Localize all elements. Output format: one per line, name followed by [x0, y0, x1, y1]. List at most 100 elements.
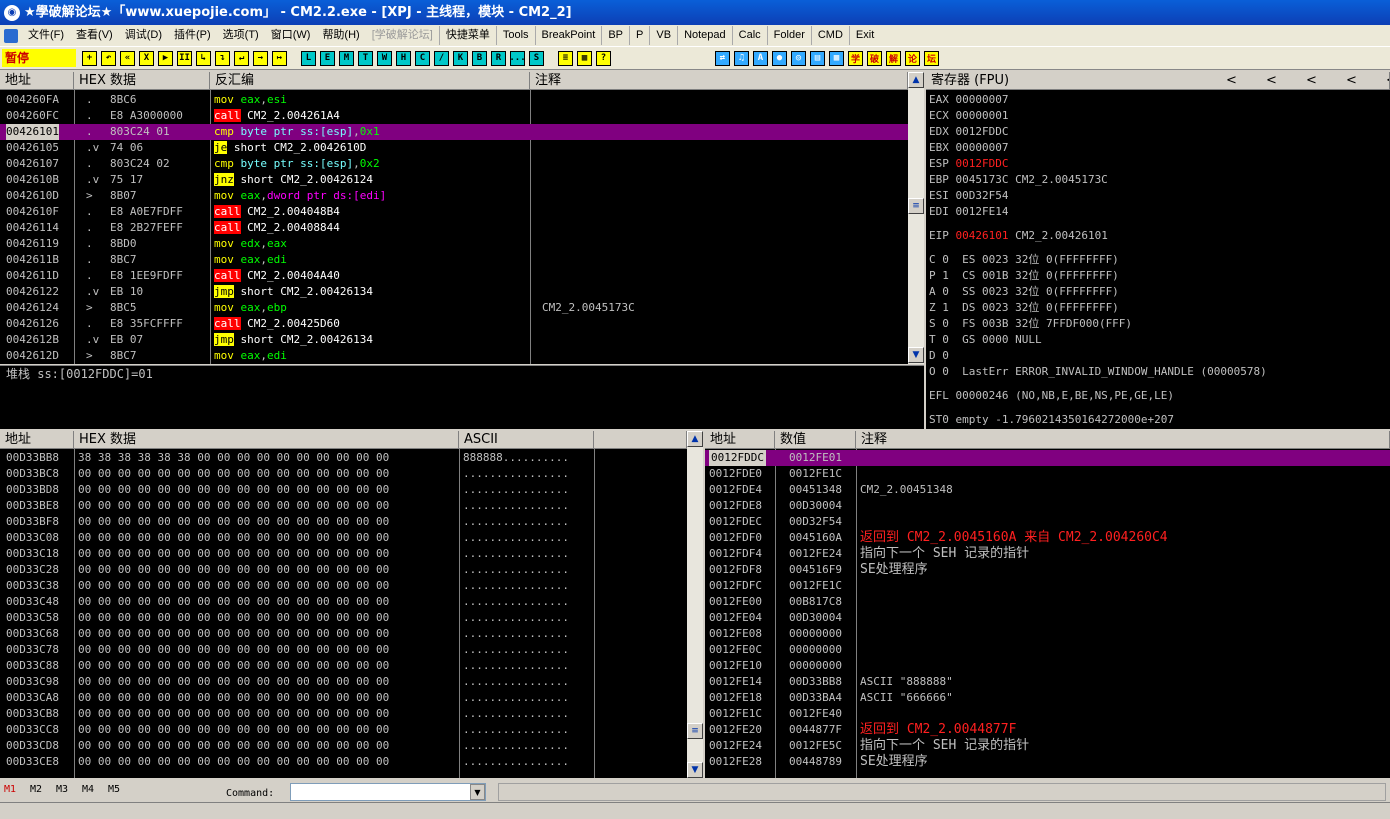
- registers-header[interactable]: 寄存器 (FPU) <<<<<: [926, 72, 1390, 90]
- menu-item-1[interactable]: 查看(V): [70, 26, 119, 45]
- toolbar-button-buttons_left-5[interactable]: II: [177, 50, 192, 66]
- stack-row[interactable]: 0012FE18 00D33BA4 ASCII "666666": [705, 690, 1390, 706]
- dump-row[interactable]: 00D33BF8 00 00 00 00 00 00 00 00 00 00 00…: [0, 514, 687, 530]
- stack-row[interactable]: 0012FE1C 0012FE40: [705, 706, 1390, 722]
- menu-item-5[interactable]: 窗口(W): [265, 26, 317, 45]
- toolbar-button-buttons_cn-2[interactable]: 解: [886, 50, 901, 66]
- toolbar-button-buttons_right-4[interactable]: ◎: [791, 50, 806, 66]
- register-line[interactable]: C 0 ES 0023 32位 0(FFFFFFFF): [929, 252, 1119, 268]
- dump-row[interactable]: 00D33C98 00 00 00 00 00 00 00 00 00 00 00…: [0, 674, 687, 690]
- stack-row[interactable]: 0012FDE0 0012FE1C: [705, 466, 1390, 482]
- dump-row[interactable]: 00D33C88 00 00 00 00 00 00 00 00 00 00 00…: [0, 658, 687, 674]
- stack-row[interactable]: 0012FDF0 0045160A 返回到 CM2_2.0045160A 来自 CM…: [705, 530, 1390, 546]
- register-line[interactable]: O 0 LastErr ERROR_INVALID_WINDOW_HANDLE …: [929, 364, 1267, 380]
- register-line[interactable]: ESP 0012FDDC: [929, 156, 1008, 172]
- toolbar-button-buttons_right-5[interactable]: ▤: [810, 50, 825, 66]
- dump-row[interactable]: 00D33C48 00 00 00 00 00 00 00 00 00 00 00…: [0, 594, 687, 610]
- tool-menu-2[interactable]: BreakPoint: [534, 26, 602, 45]
- stack-row[interactable]: 0012FE14 00D33BB8 ASCII "888888": [705, 674, 1390, 690]
- toolbar-button-buttons_cn-3[interactable]: 论: [905, 50, 920, 66]
- disasm-row[interactable]: 00426107. 803C24 02 cmp byte ptr ss:[esp],…: [0, 156, 908, 172]
- disasm-row[interactable]: 0042611D. E8 1EE9FDFF call CM2_2.00404A40: [0, 268, 908, 284]
- register-line[interactable]: S 0 FS 003B 32位 7FFDF000(FFF): [929, 316, 1132, 332]
- disasm-header-disasm[interactable]: 反汇编: [210, 72, 530, 90]
- disasm-row[interactable]: 00426124 >8BC5 mov eax,ebp CM2_2.0045173C: [0, 300, 908, 316]
- menu-item-6[interactable]: 帮助(H): [316, 26, 365, 45]
- stack-rows[interactable]: 0012FDDC 0012FE01 0012FDE0 0012FE1C 0012FDE4…: [705, 450, 1390, 778]
- toolbar-button-buttons_left-6[interactable]: ↳: [196, 50, 211, 66]
- disasm-row[interactable]: 00426114. E8 2B27FEFF call CM2_2.00408844: [0, 220, 908, 236]
- toolbar-button-buttons_left-7[interactable]: ↴: [215, 50, 230, 66]
- toolbar-button-buttons_letters-5[interactable]: H: [396, 50, 411, 66]
- tool-menu-8[interactable]: Folder: [766, 26, 811, 45]
- disasm-rows[interactable]: 004260FA. 8BC6 mov eax,esi 004260FC. E8 A300…: [0, 92, 908, 364]
- disasm-row[interactable]: 00426126. E8 35FCFFFF call CM2_2.00425D60: [0, 316, 908, 332]
- stack-row[interactable]: 0012FE04 00D30004: [705, 610, 1390, 626]
- toolbar-button-buttons_letters-0[interactable]: L: [301, 50, 316, 66]
- memory-tab-m2[interactable]: M2: [30, 784, 56, 795]
- disasm-row[interactable]: 00426119. 8BD0 mov edx,eax: [0, 236, 908, 252]
- menu-item-4[interactable]: 选项(T): [217, 26, 265, 45]
- toolbar-button-buttons_right-3[interactable]: ●: [772, 50, 787, 66]
- toolbar-button-buttons_letters-10[interactable]: R: [491, 50, 506, 66]
- stack-row[interactable]: 0012FE28 00448789 SE处理程序: [705, 754, 1390, 770]
- scroll-thumb[interactable]: ≡: [908, 198, 924, 214]
- stack-header-comment[interactable]: 注释: [856, 431, 1390, 449]
- toolbar-button-buttons_grid-0[interactable]: ≡: [558, 50, 573, 66]
- register-nav-icon[interactable]: <: [1346, 72, 1386, 89]
- dump-row[interactable]: 00D33CD8 00 00 00 00 00 00 00 00 00 00 00…: [0, 738, 687, 754]
- tool-menu-9[interactable]: CMD: [810, 26, 849, 45]
- toolbar-button-buttons_grid-1[interactable]: ▦: [577, 50, 592, 66]
- dump-row[interactable]: 00D33BC8 00 00 00 00 00 00 00 00 00 00 00…: [0, 466, 687, 482]
- toolbar-button-buttons_left-9[interactable]: →: [253, 50, 268, 66]
- toolbar-button-buttons_grid-2[interactable]: ?: [596, 50, 611, 66]
- toolbar-button-buttons_letters-1[interactable]: E: [320, 50, 335, 66]
- dump-row[interactable]: 00D33BB8 38 38 38 38 38 38 00 00 00 00 00…: [0, 450, 687, 466]
- register-line[interactable]: EAX 00000007: [929, 92, 1008, 108]
- scroll-down-icon[interactable]: ▼: [908, 347, 924, 363]
- toolbar-button-buttons_right-0[interactable]: ⇄: [715, 50, 730, 66]
- toolbar-button-buttons_letters-3[interactable]: T: [358, 50, 373, 66]
- register-nav-icon[interactable]: <: [1266, 72, 1306, 89]
- register-line[interactable]: EBP 0045173C CM2_2.0045173C: [929, 172, 1108, 188]
- toolbar-button-buttons_right-1[interactable]: ♫: [734, 50, 749, 66]
- tool-menu-1[interactable]: Tools: [495, 26, 535, 45]
- tool-menu-7[interactable]: Calc: [731, 26, 767, 45]
- memory-tab-m4[interactable]: M4: [82, 784, 108, 795]
- dump-scroll-down-icon[interactable]: ▼: [687, 762, 703, 778]
- dump-row[interactable]: 00D33C58 00 00 00 00 00 00 00 00 00 00 00…: [0, 610, 687, 626]
- disasm-row[interactable]: 00426101. 803C24 01 cmp byte ptr ss:[esp],…: [0, 124, 908, 140]
- disasm-row[interactable]: 0042612D >8BC7 mov eax,edi: [0, 348, 908, 364]
- memory-tab-m3[interactable]: M3: [56, 784, 82, 795]
- system-menu-icon[interactable]: [4, 28, 18, 43]
- dump-row[interactable]: 00D33C38 00 00 00 00 00 00 00 00 00 00 00…: [0, 578, 687, 594]
- register-line[interactable]: ECX 00000001: [929, 108, 1008, 124]
- register-line[interactable]: EDX 0012FDDC: [929, 124, 1008, 140]
- register-nav-icon[interactable]: <: [1306, 72, 1346, 89]
- register-line[interactable]: EIP 00426101 CM2_2.00426101: [929, 228, 1108, 244]
- toolbar-button-buttons_cn-0[interactable]: 学: [848, 50, 863, 66]
- disasm-row[interactable]: 0042610B .v 75 17 jnz short CM2_2.00426124: [0, 172, 908, 188]
- disasm-header-comment[interactable]: 注释: [530, 72, 908, 90]
- register-line[interactable]: EBX 00000007: [929, 140, 1008, 156]
- toolbar-button-buttons_left-8[interactable]: ↵: [234, 50, 249, 66]
- stack-row[interactable]: 0012FDF8 004516F9 SE处理程序: [705, 562, 1390, 578]
- stack-row[interactable]: 0012FE24 0012FE5C 指向下一个 SEH 记录的指针: [705, 738, 1390, 754]
- tool-menu-0[interactable]: 快捷菜单: [438, 26, 496, 45]
- disasm-row[interactable]: 0042610F. E8 A0E7FDFF call CM2_2.004048B4: [0, 204, 908, 220]
- dump-row[interactable]: 00D33C08 00 00 00 00 00 00 00 00 00 00 00…: [0, 530, 687, 546]
- register-line[interactable]: ESI 00D32F54: [929, 188, 1008, 204]
- stack-row[interactable]: 0012FDFC 0012FE1C: [705, 578, 1390, 594]
- toolbar-button-buttons_letters-4[interactable]: W: [377, 50, 392, 66]
- stack-row[interactable]: 0012FE00 00B817C8: [705, 594, 1390, 610]
- dump-row[interactable]: 00D33C78 00 00 00 00 00 00 00 00 00 00 00…: [0, 642, 687, 658]
- stack-row[interactable]: 0012FDEC 00D32F54: [705, 514, 1390, 530]
- toolbar-button-buttons_letters-8[interactable]: K: [453, 50, 468, 66]
- register-nav-icon[interactable]: <: [1386, 72, 1389, 89]
- stack-header-address[interactable]: 地址: [705, 431, 775, 449]
- memory-tab-m5[interactable]: M5: [108, 784, 134, 795]
- register-line[interactable]: T 0 GS 0000 NULL: [929, 332, 1042, 348]
- dump-row[interactable]: 00D33C18 00 00 00 00 00 00 00 00 00 00 00…: [0, 546, 687, 562]
- stack-row[interactable]: 0012FDE8 00D30004: [705, 498, 1390, 514]
- toolbar-button-buttons_letters-11[interactable]: ...: [509, 50, 526, 66]
